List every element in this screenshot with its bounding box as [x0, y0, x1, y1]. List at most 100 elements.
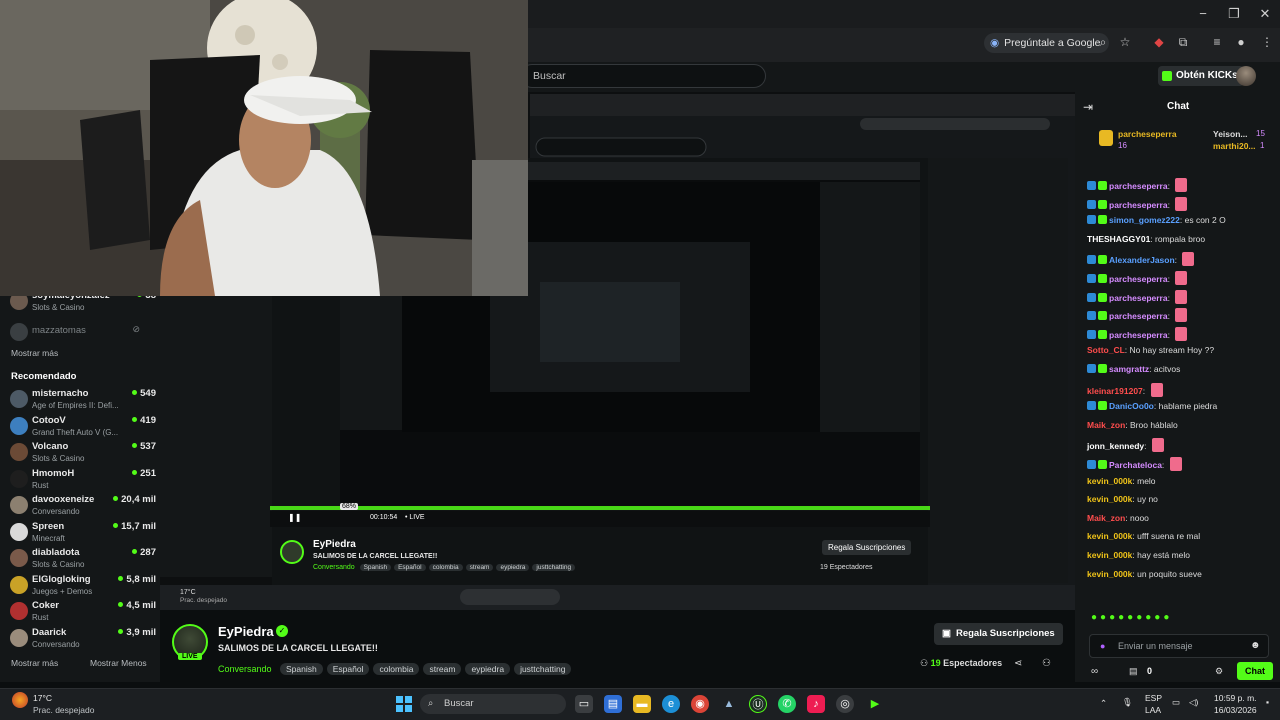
sidebar-item-hmomoh[interactable]: HmomoH Rust 251: [8, 468, 156, 494]
stream-info: LIVE EyPiedra ✓ SALIMOS DE LA CARCEL LLE…: [160, 610, 1075, 682]
media-control-icon[interactable]: ≡: [1208, 33, 1226, 51]
chat-username[interactable]: DanicOo0o: [1109, 401, 1154, 411]
chat-username[interactable]: jonn_kennedy: [1087, 441, 1144, 451]
kick-app-icon[interactable]: ▶: [866, 695, 884, 713]
pinned-user-1[interactable]: parcheseperra: [1118, 129, 1177, 139]
emoji-icon[interactable]: ☻: [1250, 640, 1261, 651]
emote-icon: [1175, 289, 1188, 304]
chrome-icon[interactable]: ◉: [691, 695, 709, 713]
gear-icon[interactable]: ⚙: [1215, 666, 1223, 677]
gift-subs-button[interactable]: ▣ Regala Suscripciones: [934, 623, 1063, 645]
chat-username[interactable]: kevin_000k: [1087, 531, 1132, 541]
tiktok-icon[interactable]: ♪: [807, 695, 825, 713]
menu-dots-icon[interactable]: ⋮: [1258, 33, 1276, 51]
chat-username[interactable]: parcheseperra: [1109, 311, 1168, 321]
store-icon[interactable]: ▤: [604, 695, 622, 713]
pinned-user-3[interactable]: marthi20...: [1213, 141, 1256, 151]
viewer-count: 287: [132, 547, 156, 558]
sidebar-item-cotoov[interactable]: CotooV Grand Theft Auto V (G... 419: [8, 415, 156, 441]
tag-chip[interactable]: eypiedra: [465, 663, 511, 675]
badge-icon: [1098, 255, 1107, 265]
zoom-icon[interactable]: ⌕: [1094, 33, 1112, 51]
minimize-button[interactable]: −: [1188, 4, 1218, 24]
chat-username[interactable]: parcheseperra: [1109, 200, 1168, 210]
file-explorer-icon[interactable]: ▬: [633, 695, 651, 713]
sidebar-item-davooxeneize[interactable]: davooxeneize Conversando 20,4 mil: [8, 494, 156, 520]
bookmark-star-icon[interactable]: ☆: [1116, 33, 1134, 51]
tray-chevron-icon[interactable]: ⌃: [1100, 698, 1107, 709]
tag-chip[interactable]: justtchatting: [514, 663, 572, 675]
chat-username[interactable]: AlexanderJason: [1109, 255, 1175, 265]
chat-username[interactable]: simon_gomez222: [1109, 215, 1180, 225]
webcam-image: [0, 0, 528, 296]
obs-icon[interactable]: ◎: [836, 695, 854, 713]
profile-icon[interactable]: ●: [1232, 33, 1250, 51]
lang-line1[interactable]: ESP: [1145, 693, 1162, 703]
chat-username[interactable]: kevin_000k: [1087, 476, 1132, 486]
send-chat-button[interactable]: Chat: [1237, 662, 1273, 680]
whatsapp-icon[interactable]: ✆: [778, 695, 796, 713]
drive-icon[interactable]: ▲: [720, 695, 738, 713]
lang-line2[interactable]: LAA: [1145, 705, 1161, 715]
chat-username[interactable]: Maik_zon: [1087, 420, 1125, 430]
app-icon[interactable]: Ⓤ: [749, 695, 767, 713]
close-window-button[interactable]: ✕: [1250, 4, 1280, 24]
sidebar-item-coker[interactable]: Coker Rust 4,5 mil: [8, 600, 156, 626]
share-icon[interactable]: ⋖: [1014, 658, 1022, 669]
tag-chip[interactable]: colombia: [373, 663, 420, 675]
chat-username[interactable]: kevin_000k: [1087, 550, 1132, 560]
mic-tray-icon[interactable]: 🎙: [1122, 697, 1133, 708]
chat-username[interactable]: THESHAGGY01: [1087, 234, 1150, 244]
chat-input[interactable]: ● Enviar un mensaje ☻: [1089, 634, 1269, 658]
chat-username[interactable]: kevin_000k: [1087, 494, 1132, 504]
clock-time[interactable]: 10:59 p. m.: [1214, 693, 1257, 703]
chat-username[interactable]: kleinar191207: [1087, 386, 1143, 396]
show-less-recommended[interactable]: Mostrar Menos: [90, 658, 147, 668]
task-view-icon[interactable]: ▭: [575, 695, 593, 713]
network-icon[interactable]: ▭: [1172, 697, 1180, 708]
settings-chat-icon[interactable]: ∞: [1091, 666, 1098, 677]
user-avatar[interactable]: [1236, 66, 1256, 86]
sidebar-item-daarick[interactable]: Daarick Conversando 3,9 mil: [8, 627, 156, 653]
sidebar-item-elglogloking[interactable]: ElGlogloking Juegos + Demos 5,8 mil: [8, 574, 156, 600]
maximize-button[interactable]: ❐: [1219, 4, 1249, 24]
windows-start-icon[interactable]: [395, 695, 413, 713]
emote-icon: [1175, 271, 1188, 285]
follow-icon[interactable]: ⚇: [1042, 658, 1051, 669]
chat-username[interactable]: Parchateloca: [1109, 460, 1162, 470]
clock-date[interactable]: 16/03/2026: [1214, 705, 1257, 715]
sidebar-item-spreen[interactable]: Spreen Minecraft 15,7 mil: [8, 521, 156, 547]
viewer-count: 15,7 mil: [113, 521, 156, 532]
sidebar-item-volcano[interactable]: Volcano Slots & Casino 537: [8, 441, 156, 467]
category-link[interactable]: Conversando: [218, 664, 272, 674]
chat-username[interactable]: Maik_zon: [1087, 513, 1125, 523]
streamer-name[interactable]: EyPiedra: [218, 624, 274, 639]
tag-chip[interactable]: Spanish: [280, 663, 323, 675]
emote-bar[interactable]: ●●●●●●●●●: [1091, 612, 1271, 626]
chat-username[interactable]: parcheseperra: [1109, 293, 1168, 303]
get-kicks-button[interactable]: Obtén KICKs: [1158, 66, 1244, 86]
collapse-chat-icon[interactable]: ⇥: [1083, 100, 1093, 114]
edge-icon[interactable]: e: [662, 695, 680, 713]
search-input[interactable]: Buscar: [520, 64, 766, 88]
extension-icon[interactable]: ◆: [1150, 33, 1168, 51]
chat-username[interactable]: parcheseperra: [1109, 181, 1168, 191]
tag-chip[interactable]: Español: [326, 663, 370, 675]
chat-username[interactable]: parcheseperra: [1109, 274, 1168, 284]
sidebar-item-diabladota[interactable]: diabladota Slots & Casino 287: [8, 547, 156, 573]
ask-google-button[interactable]: ◉ Pregúntale a Google: [984, 33, 1109, 53]
chat-username[interactable]: samgrattz: [1109, 364, 1149, 374]
chat-username[interactable]: kevin_000k: [1087, 569, 1132, 579]
sidebar-item-offline[interactable]: mazzatomas ⊘: [8, 321, 156, 347]
taskbar-search[interactable]: ⌕ Buscar: [420, 694, 566, 714]
chat-username[interactable]: parcheseperra: [1109, 330, 1168, 340]
notification-icon[interactable]: ▪: [1266, 697, 1269, 707]
show-more-recommended[interactable]: Mostrar más: [11, 658, 58, 668]
tag-chip[interactable]: stream: [423, 663, 462, 675]
chat-username[interactable]: Sotto_CL: [1087, 345, 1125, 355]
sidebar-item-misternacho[interactable]: misternacho Age of Empires II: Defi... 549: [8, 388, 156, 414]
volume-icon[interactable]: ◁): [1189, 697, 1198, 708]
show-more-followed[interactable]: Mostrar más: [11, 348, 58, 358]
extensions-puzzle-icon[interactable]: ⧉: [1174, 33, 1192, 51]
pinned-user-2[interactable]: Yeison...: [1213, 129, 1248, 139]
